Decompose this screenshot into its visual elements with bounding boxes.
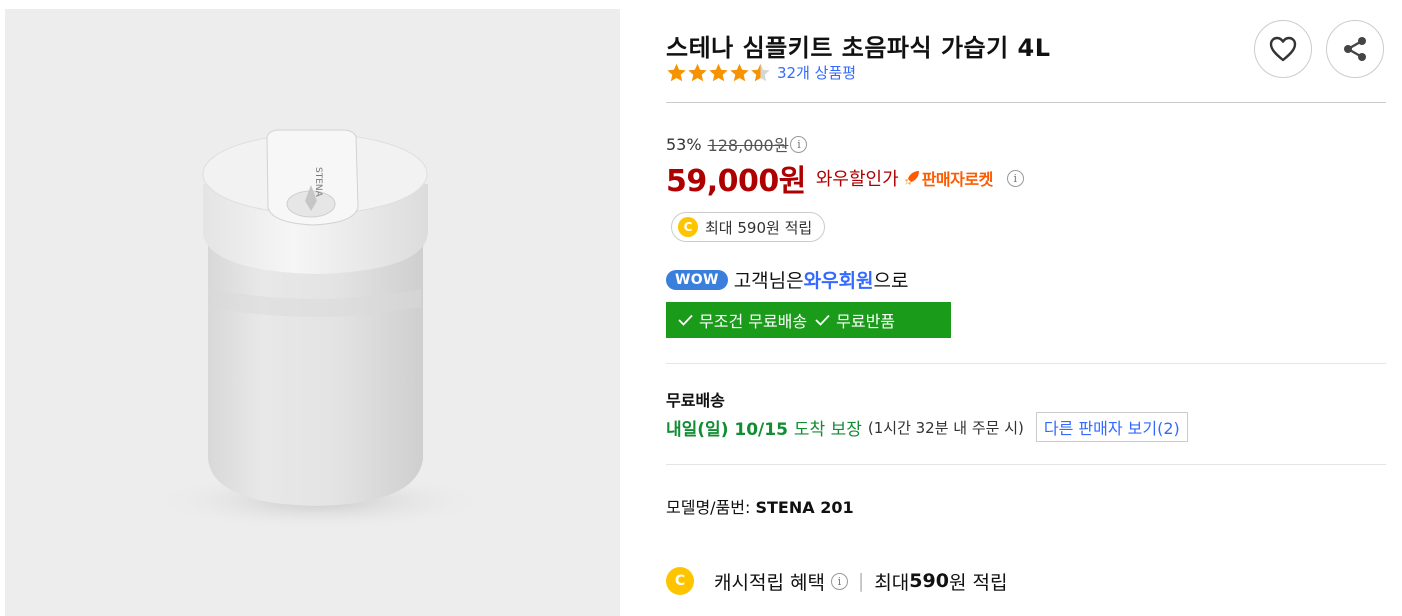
delivery-row: 내일(일) 10/15 도착 보장 (1시간 32분 내 주문 시) 다른 판매… bbox=[666, 412, 1188, 442]
cashback-row: C 캐시적립 혜택 i | 최대 590 원 적립 bbox=[666, 567, 1007, 595]
product-title: 스테나 심플키트 초음파식 가습기 4L bbox=[666, 34, 1051, 62]
product-info: 스테나 심플키트 초음파식 가습기 4L 32개 상품평 53% 128,000… bbox=[666, 0, 1386, 616]
wow-member-label: 와우회원 bbox=[803, 270, 874, 292]
info-icon[interactable]: i bbox=[830, 572, 848, 590]
check-icon bbox=[815, 314, 830, 326]
wishlist-button[interactable] bbox=[1254, 20, 1312, 78]
humidifier-illustration: STENA bbox=[150, 129, 490, 531]
cash-reward-pill: C 최대 590원 적립 bbox=[671, 212, 826, 242]
cashback-label: 캐시적립 혜택 bbox=[714, 571, 825, 594]
free-return-label: 무료반품 bbox=[836, 312, 896, 331]
coin-icon: C bbox=[678, 217, 698, 237]
divider bbox=[666, 464, 1386, 465]
discount-rate: 53% bbox=[666, 134, 702, 154]
share-icon bbox=[1344, 37, 1366, 61]
seller-rocket-badge: 판매자로켓 bbox=[903, 166, 993, 190]
review-count-link[interactable]: 32개 상품평 bbox=[777, 62, 856, 83]
wow-text-before: 고객님은 bbox=[733, 270, 804, 292]
model-label: 모델명/품번: bbox=[666, 498, 751, 517]
wow-text-after: 으로 bbox=[873, 270, 909, 292]
rating-row: 32개 상품평 bbox=[666, 62, 856, 83]
wow-member-row: WOW 고객님은 와우회원 으로 bbox=[666, 266, 909, 293]
star-rating[interactable] bbox=[666, 62, 771, 83]
cash-reward-label: 최대 590원 적립 bbox=[705, 218, 813, 237]
original-price-row: 53% 128,000원 i bbox=[666, 132, 808, 156]
check-icon bbox=[678, 314, 693, 326]
order-cutoff: (1시간 32분 내 주문 시) bbox=[867, 418, 1024, 437]
coin-icon: C bbox=[666, 567, 694, 595]
separator: | bbox=[857, 570, 865, 592]
info-icon[interactable]: i bbox=[790, 135, 808, 153]
shipping-title: 무료배송 bbox=[666, 391, 725, 410]
star-icon bbox=[688, 63, 707, 82]
seller-rocket-label: 판매자로켓 bbox=[921, 170, 994, 189]
divider bbox=[666, 363, 1386, 364]
cashback-suffix: 원 적립 bbox=[948, 571, 1008, 594]
heart-icon bbox=[1269, 36, 1297, 62]
info-icon[interactable]: i bbox=[1006, 169, 1024, 187]
delivery-guarantee: 도착 보장 bbox=[793, 419, 862, 440]
sale-price-row: 59,000원 와우할인가 판매자로켓 i bbox=[666, 156, 1024, 200]
brand-mark: STENA bbox=[313, 167, 323, 198]
delivery-date: 내일(일) 10/15 bbox=[666, 419, 788, 440]
product-image[interactable]: STENA bbox=[5, 9, 620, 616]
free-shipping-label: 무조건 무료배송 bbox=[699, 312, 808, 331]
wow-discount-label: 와우할인가 bbox=[815, 169, 899, 190]
cashback-max-prefix: 최대 bbox=[874, 571, 910, 594]
original-price: 128,000원 bbox=[707, 136, 789, 155]
rocket-icon bbox=[904, 171, 919, 185]
cashback-amount: 590 bbox=[909, 570, 949, 592]
share-button[interactable] bbox=[1326, 20, 1384, 78]
sale-price: 59,000원 bbox=[666, 164, 806, 199]
free-shipping-bar: 무조건 무료배송 무료반품 bbox=[666, 302, 951, 338]
divider bbox=[666, 102, 1386, 103]
model-value: STENA 201 bbox=[755, 498, 854, 517]
half-star-icon bbox=[751, 63, 770, 82]
star-icon bbox=[709, 63, 728, 82]
star-icon bbox=[730, 63, 749, 82]
wow-badge: WOW bbox=[666, 269, 728, 290]
star-icon bbox=[667, 63, 686, 82]
model-number-row: 모델명/품번: STENA 201 bbox=[666, 494, 854, 518]
other-sellers-button[interactable]: 다른 판매자 보기(2) bbox=[1035, 412, 1188, 442]
